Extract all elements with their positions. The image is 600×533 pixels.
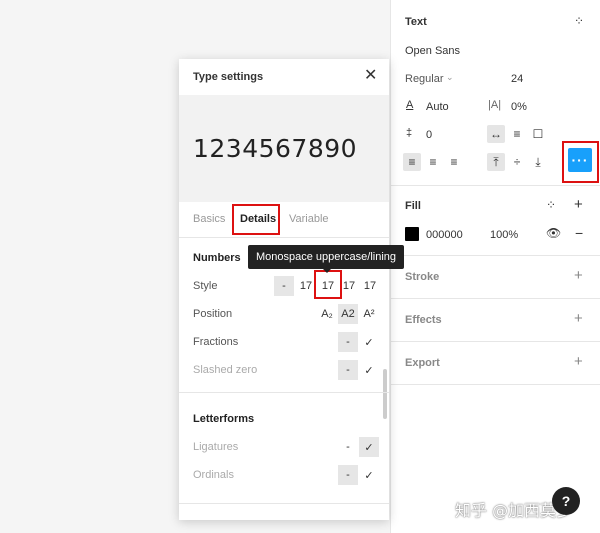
divider: [391, 185, 600, 186]
paragraph-spacing-icon: ‡: [406, 127, 413, 139]
styles-dots-icon[interactable]: ⁘: [546, 199, 556, 211]
divider: [179, 392, 389, 393]
highlight-box: [562, 141, 599, 183]
add-export-icon[interactable]: +: [574, 354, 583, 369]
paragraph-spacing-input[interactable]: 0: [426, 129, 432, 141]
line-height-icon: A: [406, 99, 414, 111]
text-section-title: Text: [405, 16, 427, 28]
align-center-icon[interactable]: ≡: [424, 153, 442, 171]
type-settings-dots-icon[interactable]: ⁘: [574, 15, 584, 27]
align-top-icon[interactable]: ⤒: [487, 153, 505, 171]
add-stroke-icon[interactable]: +: [574, 268, 583, 283]
type-settings-popup: Type settings ✕ 1234567890 Basics Detail…: [179, 59, 389, 520]
font-family-select[interactable]: Open Sans: [405, 45, 460, 57]
tab-variable[interactable]: Variable: [289, 213, 329, 225]
position-superscript[interactable]: A²: [359, 304, 379, 324]
style-option-highlight: [314, 270, 342, 299]
preview-text: 1234567890: [193, 134, 358, 163]
ordinals-on[interactable]: ✓: [359, 465, 379, 485]
slashed-zero-label: Slashed zero: [193, 364, 258, 376]
details-tab-highlight: [232, 204, 280, 235]
fill-hex-input[interactable]: 000000: [426, 229, 463, 241]
divider: [179, 503, 389, 504]
fractions-on[interactable]: ✓: [359, 332, 379, 352]
tooltip-arrow: [322, 268, 332, 273]
export-section-title: Export: [405, 357, 440, 369]
preview-area: 1234567890: [179, 95, 389, 202]
position-subscript[interactable]: A₂: [317, 304, 337, 324]
ligatures-label: Ligatures: [193, 441, 239, 453]
ligatures-on[interactable]: ✓: [359, 437, 379, 457]
add-fill-icon[interactable]: +: [574, 197, 583, 212]
divider: [179, 237, 389, 238]
style-label: Style: [193, 280, 218, 292]
tab-basics[interactable]: Basics: [193, 213, 225, 225]
ordinals-off[interactable]: -: [338, 465, 358, 485]
align-left-icon[interactable]: ≡: [403, 153, 421, 171]
fixed-size-icon[interactable]: ☐: [529, 125, 547, 143]
align-middle-icon[interactable]: ÷: [508, 153, 526, 171]
close-icon[interactable]: ✕: [364, 68, 377, 84]
auto-height-icon[interactable]: ≡: [508, 125, 526, 143]
style-option-proportional-lowercase[interactable]: 17: [339, 276, 359, 296]
position-label: Position: [193, 308, 233, 320]
letterforms-heading: Letterforms: [193, 413, 255, 425]
font-weight-select[interactable]: Regular: [405, 73, 444, 85]
tooltip: Monospace uppercase/lining: [248, 245, 405, 269]
fractions-off[interactable]: -: [338, 332, 358, 352]
fill-section-title: Fill: [405, 200, 421, 212]
divider: [391, 341, 600, 342]
fill-opacity-input[interactable]: 100%: [490, 229, 518, 241]
slashed-zero-on[interactable]: ✓: [359, 360, 379, 380]
remove-fill-icon[interactable]: −: [575, 226, 583, 240]
ordinals-label: Ordinals: [193, 469, 234, 481]
popup-title: Type settings: [193, 71, 264, 83]
popup-scrollbar[interactable]: [383, 369, 387, 419]
style-option-none[interactable]: -: [274, 276, 294, 296]
fill-color-swatch[interactable]: [405, 227, 419, 241]
divider: [391, 298, 600, 299]
stroke-section-title: Stroke: [405, 271, 440, 283]
style-option-monospace-lowercase[interactable]: 17: [359, 276, 381, 296]
add-effect-icon[interactable]: +: [574, 311, 583, 326]
align-bottom-icon[interactable]: ⤓: [529, 153, 547, 171]
help-button[interactable]: ?: [552, 487, 580, 515]
numbers-heading: Numbers: [193, 252, 241, 264]
align-right-icon[interactable]: ≡: [445, 153, 463, 171]
auto-width-icon[interactable]: ↔: [487, 125, 505, 143]
design-panel: Text ⁘ Open Sans Regular ⌄ 24 A Auto |A|…: [390, 0, 600, 533]
line-height-input[interactable]: Auto: [426, 101, 449, 113]
position-normal[interactable]: A2: [338, 304, 358, 324]
divider: [391, 384, 600, 385]
font-size-input[interactable]: 24: [511, 73, 523, 85]
chevron-down-icon[interactable]: ⌄: [446, 73, 454, 82]
divider: [391, 255, 600, 256]
eye-icon[interactable]: 👁: [546, 227, 561, 239]
fractions-label: Fractions: [193, 336, 239, 348]
letter-spacing-input[interactable]: 0%: [511, 101, 527, 113]
letter-spacing-icon: |A|: [488, 99, 502, 111]
ligatures-off[interactable]: -: [338, 437, 358, 457]
slashed-zero-off[interactable]: -: [338, 360, 358, 380]
effects-section-title: Effects: [405, 314, 442, 326]
